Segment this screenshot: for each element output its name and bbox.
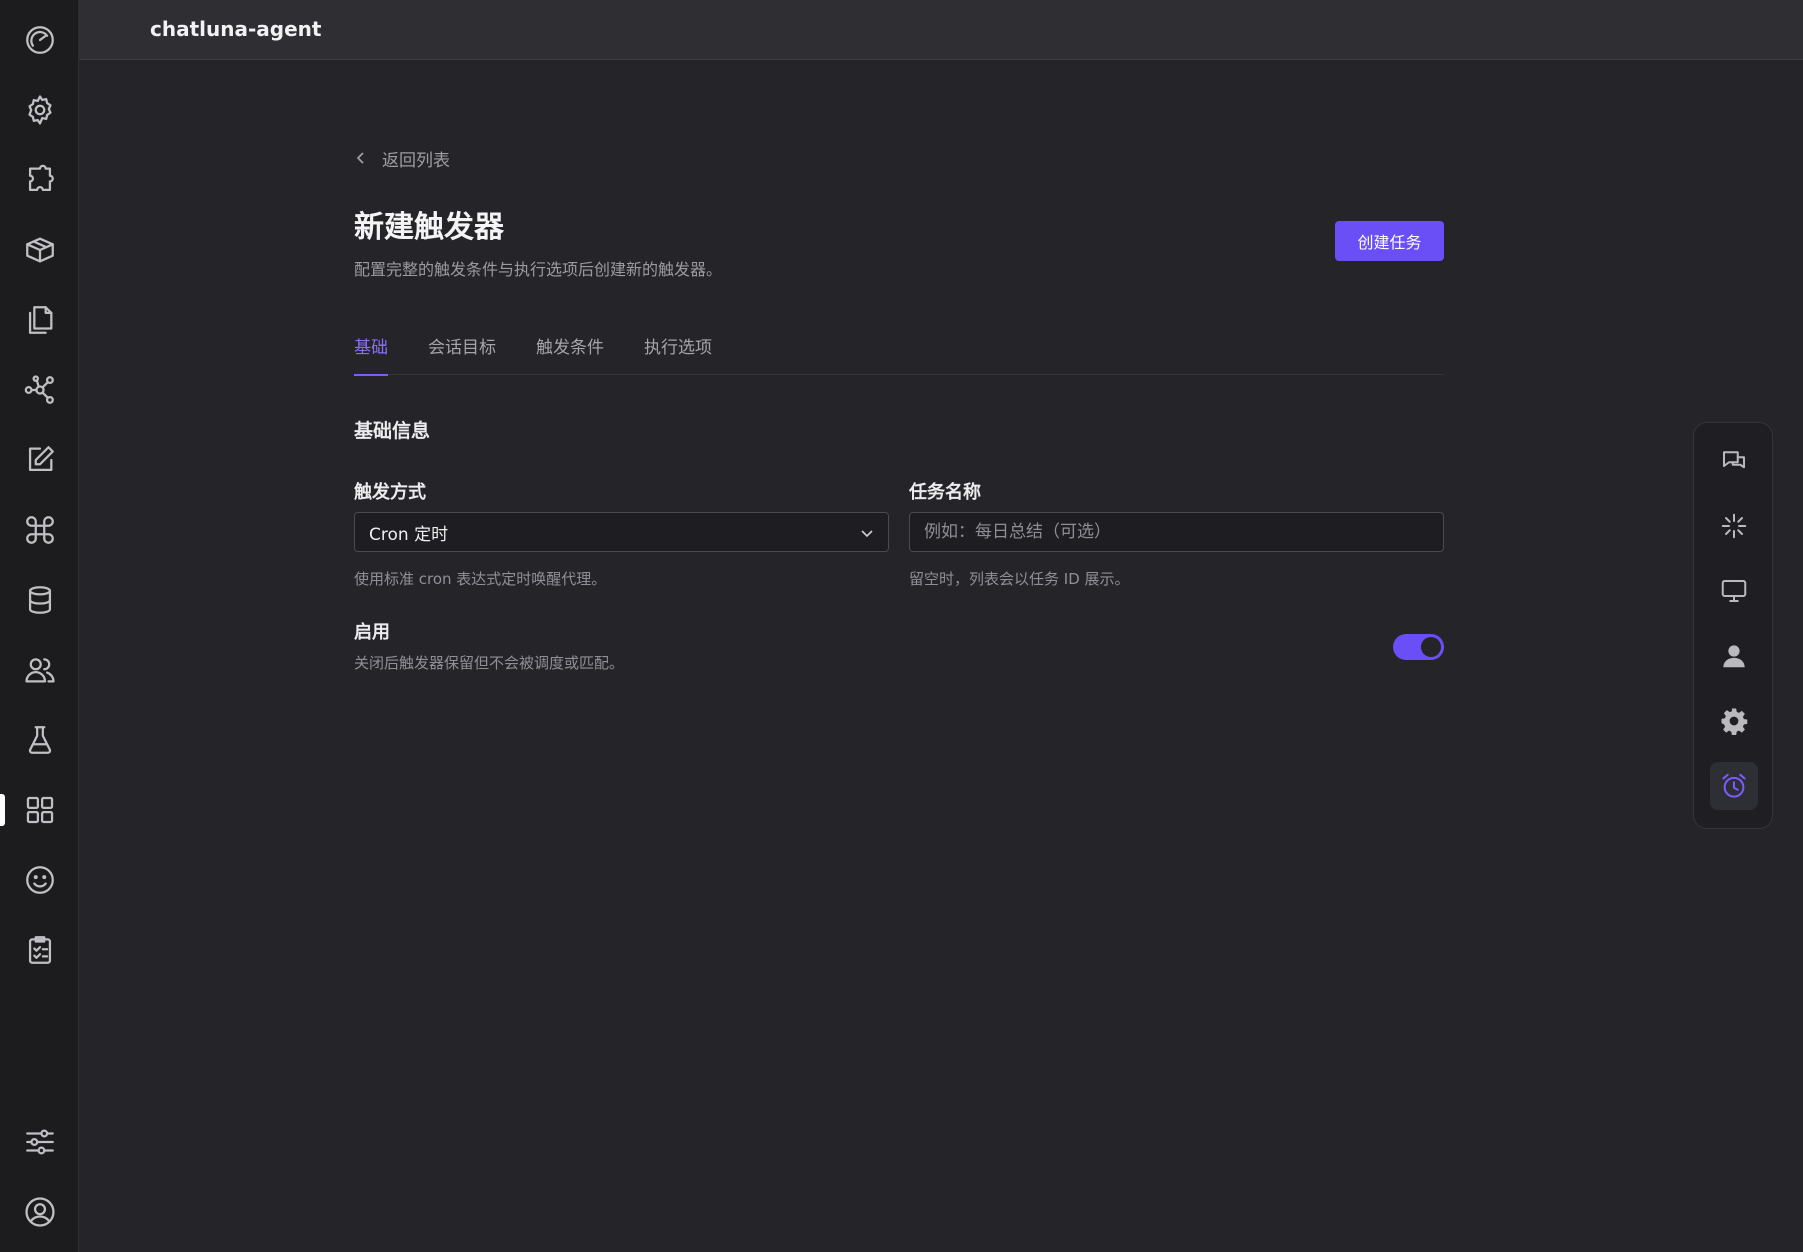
back-to-list-link[interactable]: 返回列表 xyxy=(354,140,450,176)
tab-session-target[interactable]: 会话目标 xyxy=(428,328,496,375)
sparkle-icon[interactable] xyxy=(1710,502,1758,550)
smile-icon[interactable] xyxy=(0,852,79,908)
enable-row: 启用 关闭后触发器保留但不会被调度或匹配。 xyxy=(354,618,1444,673)
create-task-button[interactable]: 创建任务 xyxy=(1335,221,1444,261)
tab-execution-options[interactable]: 执行选项 xyxy=(644,328,712,375)
main-content: 返回列表 新建触发器 配置完整的触发条件与执行选项后创建新的触发器。 创建任务 … xyxy=(354,140,1444,672)
command-icon[interactable] xyxy=(0,502,79,558)
page-title: 新建触发器 xyxy=(354,210,504,245)
trigger-mode-field: 触发方式 Cron 定时 使用标准 cron 表达式定时唤醒代理。 xyxy=(354,478,890,589)
users-icon[interactable] xyxy=(0,642,79,698)
puzzle-icon[interactable] xyxy=(0,152,79,208)
enable-description: 关闭后触发器保留但不会被调度或匹配。 xyxy=(354,654,625,672)
clipboard-check-icon[interactable] xyxy=(0,922,79,978)
apps-grid-icon[interactable] xyxy=(0,782,79,838)
alarm-clock-icon[interactable] xyxy=(1710,762,1758,810)
section-title: 基础信息 xyxy=(354,420,431,442)
tab-basic[interactable]: 基础 xyxy=(354,328,388,376)
box-icon[interactable] xyxy=(0,222,79,278)
tab-trigger-conditions[interactable]: 触发条件 xyxy=(536,328,604,375)
page-description: 配置完整的触发条件与执行选项后创建新的触发器。 xyxy=(354,260,723,279)
top-bar: chatluna-agent xyxy=(79,0,1803,60)
task-name-label: 任务名称 xyxy=(909,482,981,503)
task-name-field: 任务名称 留空时，列表会以任务 ID 展示。 xyxy=(909,478,1445,589)
trigger-mode-help: 使用标准 cron 表达式定时唤醒代理。 xyxy=(354,570,607,588)
task-name-input-wrapper xyxy=(909,512,1444,552)
person-icon[interactable] xyxy=(1710,632,1758,680)
monitor-icon[interactable] xyxy=(1710,567,1758,615)
task-name-help: 留空时，列表会以任务 ID 展示。 xyxy=(909,570,1130,588)
app-window: chatluna-agent 返回列表 新建触发器 配置完整的触发条件与执行选项… xyxy=(0,0,1803,1252)
trigger-mode-value: Cron 定时 xyxy=(369,524,449,545)
enable-label: 启用 xyxy=(354,622,390,643)
trigger-mode-label: 触发方式 xyxy=(354,482,426,503)
task-name-input[interactable] xyxy=(924,522,1429,542)
chevron-left-icon xyxy=(356,152,364,164)
trigger-mode-select[interactable]: Cron 定时 xyxy=(354,512,889,552)
app-title: chatluna-agent xyxy=(150,17,322,41)
gear-icon[interactable] xyxy=(0,82,79,138)
chevron-down-icon xyxy=(861,530,873,538)
right-tool-rail xyxy=(1693,422,1773,829)
enable-toggle[interactable] xyxy=(1393,634,1444,660)
chat-bubbles-icon[interactable] xyxy=(1710,437,1758,485)
edit-icon[interactable] xyxy=(0,432,79,488)
tab-bar: 基础 会话目标 触发条件 执行选项 xyxy=(354,328,1444,376)
flask-icon[interactable] xyxy=(0,712,79,768)
back-link-label: 返回列表 xyxy=(382,150,450,171)
dashboard-icon[interactable] xyxy=(0,12,79,68)
network-icon[interactable] xyxy=(0,362,79,418)
activity-bar xyxy=(0,0,79,1252)
database-icon[interactable] xyxy=(0,572,79,628)
files-icon[interactable] xyxy=(0,292,79,348)
settings-cog-icon[interactable] xyxy=(1710,697,1758,745)
toggle-knob xyxy=(1421,637,1441,657)
user-circle-icon[interactable] xyxy=(0,1184,79,1240)
sliders-icon[interactable] xyxy=(0,1114,79,1170)
